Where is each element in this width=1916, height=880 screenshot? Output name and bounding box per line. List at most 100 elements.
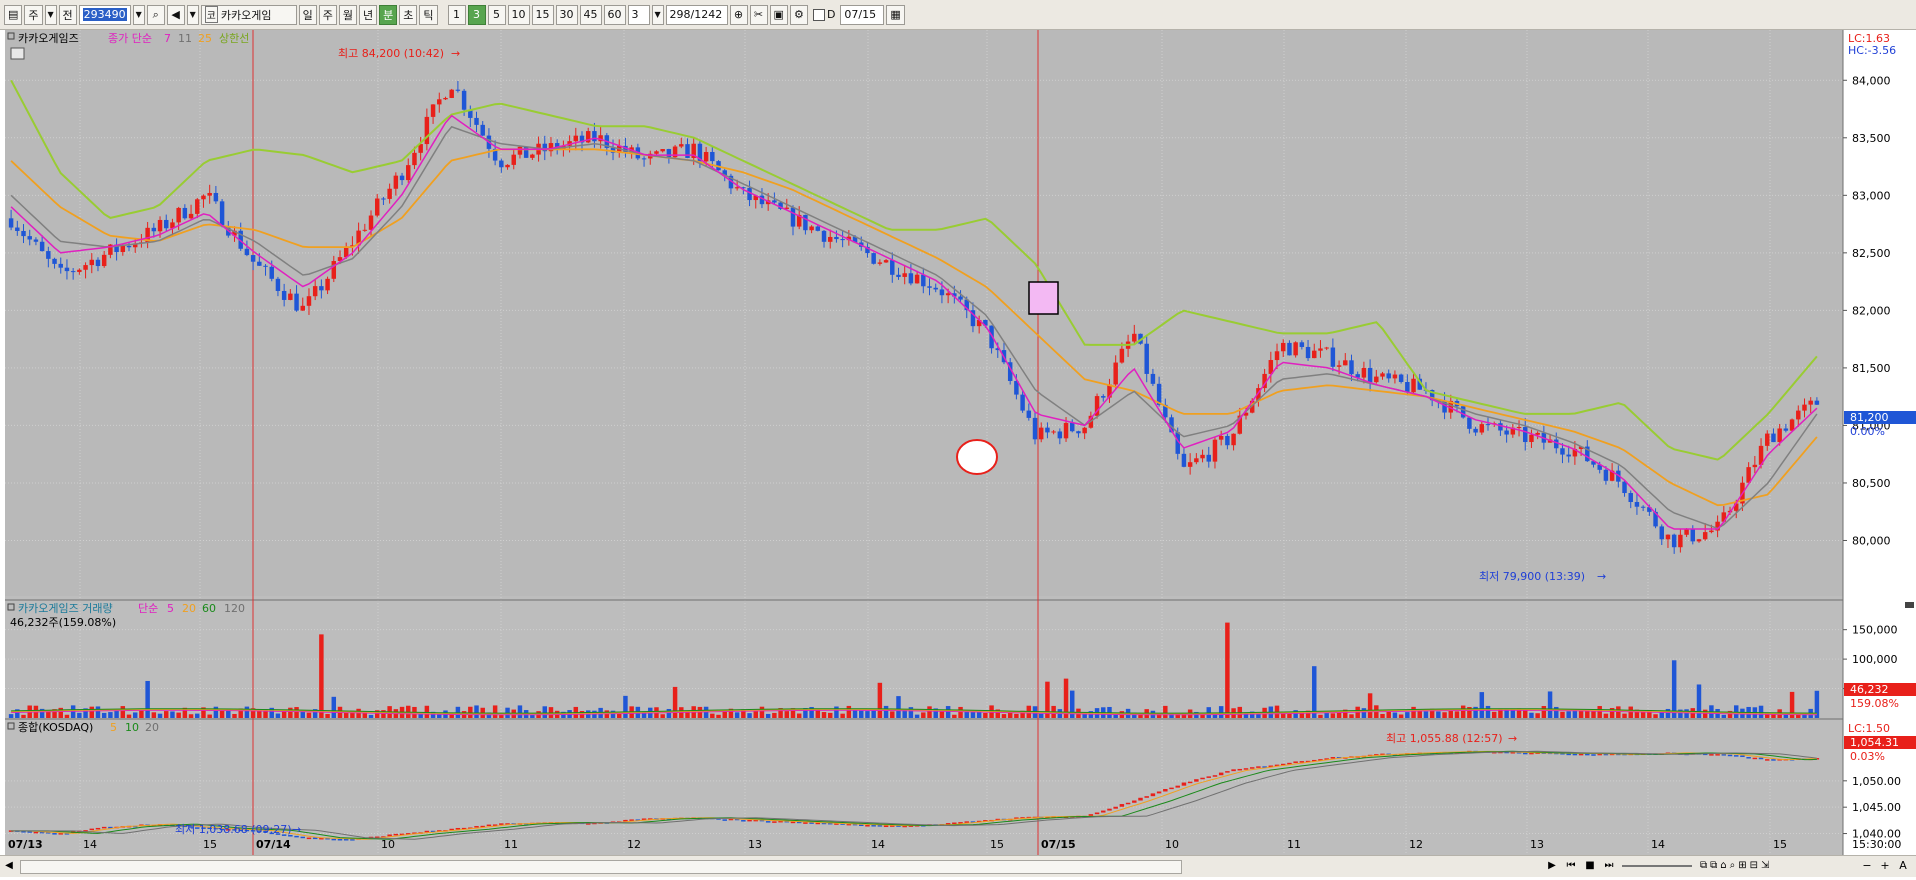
search-icon[interactable]: ⌕ <box>146 4 165 25</box>
code-input[interactable]: 293490 <box>78 4 131 25</box>
interval-button-6[interactable]: 45 <box>579 4 602 25</box>
volume-bar <box>1324 712 1329 718</box>
x-tick-label: 13 <box>1530 838 1544 851</box>
candle-body <box>1671 534 1677 548</box>
volume-bar <box>945 706 951 718</box>
candle-body <box>461 90 467 110</box>
index-candle <box>747 819 752 822</box>
volume-bar <box>207 714 212 718</box>
index-candle <box>1293 761 1298 763</box>
candle-body <box>1690 528 1696 542</box>
speaker-icon[interactable]: ◀ <box>166 4 185 25</box>
stop-icon[interactable]: ■ <box>1582 859 1598 873</box>
volume-bar <box>232 713 237 718</box>
current-volume-label: 46,232 <box>1850 683 1889 696</box>
index-candle <box>312 837 318 840</box>
period-button-0[interactable]: 일 <box>298 4 317 25</box>
horizontal-scrollbar[interactable]: ◀ ▶ ⏮ ■ ⏭ ⧉⧉⌂⌕⊞⊟⇲ − + A <box>0 855 1916 877</box>
volume-bar <box>132 712 138 718</box>
volume-bar <box>1392 712 1398 718</box>
zoom-out-icon[interactable]: − <box>1860 859 1874 873</box>
scroll-right-icon[interactable]: ▶ <box>1545 859 1559 873</box>
stock-name-field[interactable]: 코 카카오게임 <box>200 4 297 25</box>
candle-body <box>101 254 107 267</box>
period-button-1[interactable]: 주 <box>318 4 337 25</box>
index-candle <box>455 827 461 830</box>
index-candle <box>741 820 746 822</box>
chart-canvas[interactable]: 카카오게임즈 종가 단순 7 11 25 상한선 최고 84,200 (10:4… <box>0 30 1916 880</box>
tab-b[interactable]: 전 <box>58 4 77 25</box>
volume-bar <box>747 713 752 718</box>
candle-body <box>958 296 963 300</box>
interval-button-5[interactable]: 30 <box>555 4 578 25</box>
candle-body <box>530 154 535 158</box>
period-button-5[interactable]: 초 <box>399 4 418 25</box>
candle-body <box>250 255 256 262</box>
candle-body <box>207 192 212 196</box>
rewind-icon[interactable]: ⏮ <box>1563 859 1579 873</box>
interval-button-4[interactable]: 15 <box>531 4 554 25</box>
volume-legend-ma20: 20 <box>182 602 196 615</box>
candle-body <box>195 199 200 214</box>
volume-bar <box>517 705 523 718</box>
scroll-left-icon[interactable]: ◀ <box>2 859 16 873</box>
interval-button-0[interactable]: 1 <box>447 4 466 25</box>
scrollbar-thumb[interactable] <box>20 860 1182 874</box>
circle-annotation[interactable] <box>956 439 998 475</box>
candle-body <box>1398 374 1404 382</box>
price-tick-label: 83,000 <box>1852 189 1891 202</box>
count-dropdown-icon[interactable]: ▼ <box>651 4 664 25</box>
count-input[interactable]: 3 <box>627 4 650 25</box>
period-button-3[interactable]: 년 <box>359 4 378 25</box>
save-icon[interactable]: ▣ <box>769 4 788 25</box>
grid-toggle-icon[interactable] <box>10 47 25 60</box>
period-button-6[interactable]: 틱 <box>419 4 438 25</box>
zoom-in-icon[interactable]: + <box>1878 859 1892 873</box>
volume-panel-menu-icon[interactable] <box>1905 602 1914 608</box>
price-tick-label: 80,000 <box>1852 534 1891 547</box>
position-field[interactable]: 298/1242 <box>665 4 728 25</box>
candle-body <box>474 117 479 125</box>
period-button-4[interactable]: 분 <box>379 4 398 25</box>
candle-body <box>244 248 250 256</box>
volume-bar <box>1671 660 1677 718</box>
candle-body <box>1814 400 1820 405</box>
gear-icon[interactable]: ⚙ <box>789 4 808 25</box>
interval-button-1[interactable]: 3 <box>467 4 486 25</box>
scissors-icon[interactable]: ✂ <box>749 4 768 25</box>
calendar-icon[interactable]: ▦ <box>886 4 905 25</box>
interval-button-2[interactable]: 5 <box>487 4 506 25</box>
candle-body <box>281 290 287 300</box>
index-legend-title: 종합(KOSDAQ) <box>18 721 93 734</box>
volume-bar <box>1616 706 1621 718</box>
chevron-down-icon[interactable]: ▼ <box>44 4 57 25</box>
date-toggle[interactable]: D <box>810 5 838 25</box>
index-tick-label: 1,045.00 <box>1852 801 1901 814</box>
candle-body <box>1187 462 1193 467</box>
crosshair-icon[interactable]: ⊕ <box>729 4 748 25</box>
index-candle <box>1578 753 1584 756</box>
candle-body <box>368 215 374 230</box>
interval-button-7[interactable]: 60 <box>603 4 626 25</box>
fast-forward-icon[interactable]: ⏭ <box>1601 859 1617 873</box>
interval-button-3[interactable]: 10 <box>507 4 530 25</box>
candle-body <box>902 273 907 277</box>
index-candle <box>1119 804 1125 807</box>
period-button-2[interactable]: 월 <box>338 4 358 25</box>
candle-body <box>1702 532 1708 540</box>
font-size-icon[interactable]: A <box>1896 859 1910 873</box>
candle-body <box>95 259 101 267</box>
date-input[interactable]: 07/15 <box>840 4 885 25</box>
code-dropdown-icon[interactable]: ▼ <box>132 4 145 25</box>
index-candle <box>1237 768 1243 771</box>
zoom-slider[interactable] <box>1622 865 1692 867</box>
index-candle <box>1243 768 1249 770</box>
speaker-dropdown-icon[interactable]: ▼ <box>186 4 199 25</box>
candle-body <box>1411 378 1416 393</box>
current-index-label: 1,054.31 <box>1850 736 1899 749</box>
chart-menu-icon[interactable]: ▤ <box>4 4 23 25</box>
tab-a[interactable]: 주 <box>24 4 43 25</box>
chart-area[interactable]: 카카오게임즈 종가 단순 7 11 25 상한선 최고 84,200 (10:4… <box>0 30 1916 880</box>
rectangle-annotation[interactable] <box>1028 281 1059 315</box>
tool-icons[interactable]: ⧉⧉⌂⌕⊞⊟⇲ <box>1700 859 1820 873</box>
